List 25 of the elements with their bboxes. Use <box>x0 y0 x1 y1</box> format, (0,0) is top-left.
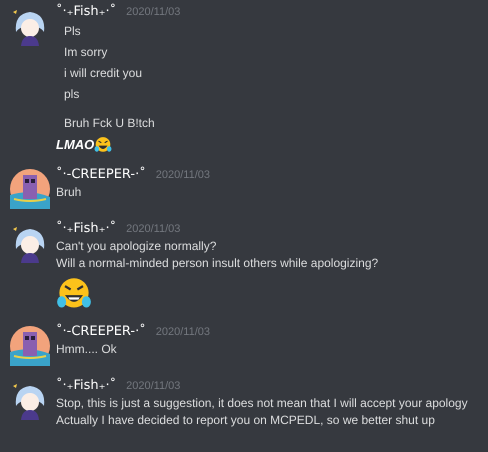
timestamp: 2020/11/03 <box>126 380 180 392</box>
username[interactable]: ˚‧₊Fish₊‧˚ <box>56 378 116 393</box>
message-text: Can't you apologize normally? <box>56 238 218 255</box>
message-text: i will credit you <box>63 65 144 82</box>
message-text: Actually I have decided to report you on MCPEDL, so we better shut up <box>56 412 436 429</box>
message-text: Will a normal-minded person insult others while apologizing? <box>56 255 378 272</box>
timestamp: 2020/11/03 <box>126 6 180 18</box>
timestamp: 2020/11/03 <box>126 223 180 235</box>
message-text: Bruh <box>56 184 82 201</box>
message-text: Stop, this is just a suggestion, it does not mean that I will accept your apology <box>56 395 468 412</box>
username[interactable]: ˚‧₊Fish₊‧˚ <box>56 4 116 19</box>
timestamp: 2020/11/03 <box>156 326 210 338</box>
message-text: Bruh Fck U B!tch <box>63 115 156 132</box>
message-text: Hmm.... Ok <box>56 341 118 358</box>
username[interactable]: ˚‧-CREEPER-‧˚ <box>56 324 146 339</box>
username[interactable]: ˚‧-CREEPER-‧˚ <box>56 167 146 182</box>
message-text: pls <box>63 86 80 103</box>
timestamp: 2020/11/03 <box>156 169 210 181</box>
message-text: Im sorry <box>63 44 108 61</box>
username[interactable]: ˚‧₊Fish₊‧˚ <box>56 221 116 236</box>
avatar-icon[interactable] <box>10 326 50 366</box>
avatar-icon[interactable] <box>10 169 50 209</box>
message-text: Pls <box>63 23 82 40</box>
message-text: LMAO <box>56 137 94 152</box>
laughing-crying-emoji <box>94 136 112 154</box>
